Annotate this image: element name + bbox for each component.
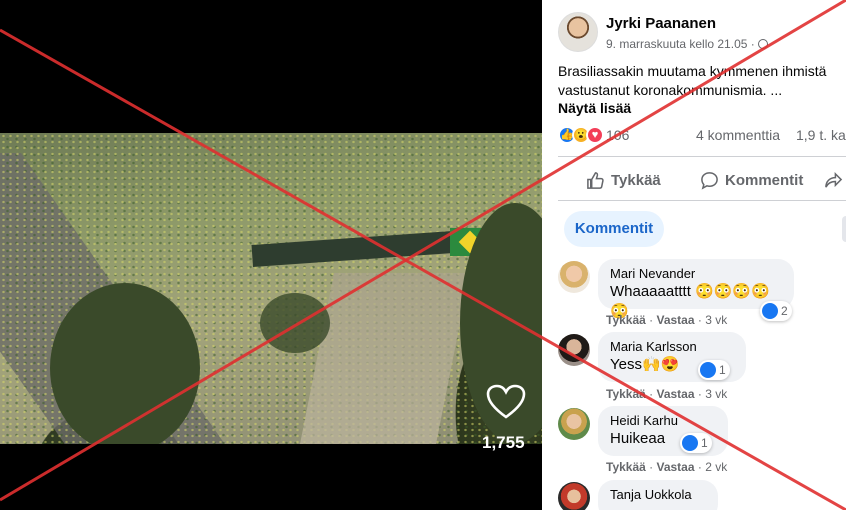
comment-like-link[interactable]: Tykkää (606, 460, 646, 474)
post-date-text[interactable]: 9. marraskuuta kello 21.05 · (606, 37, 755, 51)
comment-bubble: Tanja Uokkola (598, 480, 718, 510)
comment-reaction-badge[interactable]: 1 (680, 433, 712, 453)
heart-outline-icon[interactable] (486, 384, 526, 420)
comment-reaction-badge[interactable]: 2 (760, 301, 792, 321)
tree (50, 283, 200, 444)
share-icon (825, 171, 843, 188)
comment-reaction-badge[interactable]: 1 (698, 360, 730, 380)
post-panel: Jyrki Paananen 9. marraskuuta kello 21.0… (542, 0, 846, 510)
comment-age[interactable]: 2 vk (705, 460, 727, 474)
like-button-label: Tykkää (611, 171, 661, 189)
comment-author[interactable]: Maria Karlsson (610, 339, 734, 355)
thumbs-up-icon (587, 171, 604, 189)
comment-author[interactable]: Heidi Karhu (610, 413, 716, 429)
like-reaction-icon (700, 362, 716, 378)
comment-like-link[interactable]: Tykkää (606, 387, 646, 401)
comment-meta: Tykkää · Vastaa · 2 vk (606, 460, 728, 474)
comment-age[interactable]: 3 vk (705, 387, 727, 401)
see-more-link[interactable]: Näytä lisää (558, 100, 631, 116)
comment-reply-link[interactable]: Vastaa (656, 460, 694, 474)
comment-button[interactable]: Kommentit (700, 169, 803, 191)
comment-meta: Tykkää · Vastaa · 3 vk (606, 313, 728, 327)
avatar[interactable] (558, 12, 598, 52)
like-reaction-icon (682, 435, 698, 451)
love-reaction-icon: ♥ (586, 126, 604, 144)
post-text-line: Brasiliassakin muutama kymmenen ihmistä (558, 63, 827, 79)
divider (558, 156, 846, 157)
comment-count[interactable]: 4 kommenttia (696, 127, 780, 143)
comment-reaction-count: 1 (719, 363, 726, 377)
share-button[interactable] (824, 169, 843, 191)
comment-icon (701, 171, 718, 190)
video-frame-crowd[interactable] (0, 133, 542, 444)
tab-comments[interactable]: Kommentit (564, 211, 664, 247)
avatar[interactable] (558, 261, 590, 293)
comment-author[interactable]: Mari Nevander (610, 266, 782, 282)
comment-age[interactable]: 3 vk (705, 313, 727, 327)
reaction-count[interactable]: 106 (606, 127, 629, 143)
post-text: Brasiliassakin muutama kymmenen ihmistä … (558, 62, 846, 100)
video-player[interactable]: 1,755 (0, 0, 542, 510)
comment-reaction-count: 1 (701, 436, 708, 450)
like-reaction-icon (762, 303, 778, 319)
share-count[interactable]: 1,9 t. ka (796, 127, 846, 143)
comment-like-link[interactable]: Tykkää (606, 313, 646, 327)
author-name[interactable]: Jyrki Paananen (606, 15, 716, 32)
comment-author[interactable]: Tanja Uokkola (610, 487, 706, 503)
comment-meta: Tykkää · Vastaa · 3 vk (606, 387, 728, 401)
avatar[interactable] (558, 408, 590, 440)
avatar[interactable] (558, 482, 590, 510)
tab-more[interactable] (842, 216, 846, 242)
globe-icon (757, 39, 768, 49)
comment-reply-link[interactable]: Vastaa (656, 387, 694, 401)
tree (260, 293, 330, 353)
avatar[interactable] (558, 334, 590, 366)
comment-reaction-count: 2 (781, 304, 788, 318)
comment-button-label: Kommentit (725, 171, 804, 189)
divider (558, 200, 846, 201)
video-like-count: 1,755 (482, 433, 525, 452)
like-button[interactable]: Tykkää (586, 169, 661, 191)
post-text-line: vastustanut koronakommunismia. ... (558, 82, 783, 98)
post-date[interactable]: 9. marraskuuta kello 21.05 · (606, 37, 768, 51)
comment-reply-link[interactable]: Vastaa (656, 313, 694, 327)
